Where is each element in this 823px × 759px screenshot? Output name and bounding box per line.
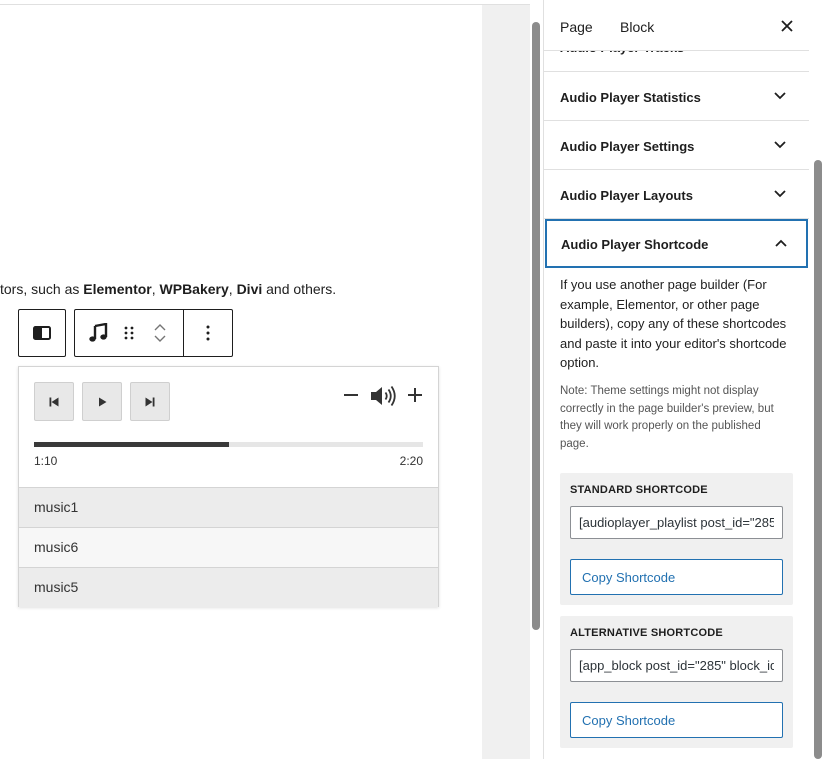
- divi-text: Divi: [236, 281, 263, 297]
- block-toolbar-main: [74, 309, 233, 357]
- sidebar-scrollbar[interactable]: [814, 160, 822, 759]
- tab-block[interactable]: Block: [620, 19, 654, 35]
- paragraph-suffix: and others.: [262, 281, 337, 297]
- shortcode-description: If you use another page builder (For exa…: [560, 277, 787, 370]
- settings-sidebar: Audio Player Tracks Page Block Audio Pla…: [543, 0, 823, 759]
- panel-layouts[interactable]: Audio Player Layouts: [544, 170, 809, 219]
- copy-alternative-shortcode-button[interactable]: Copy Shortcode: [570, 702, 783, 738]
- close-sidebar-button[interactable]: [778, 17, 796, 35]
- more-vertical-icon: [206, 325, 210, 341]
- block-type-button[interactable]: [75, 310, 121, 356]
- standard-shortcode-label: STANDARD SHORTCODE: [570, 484, 708, 496]
- track-item[interactable]: music5: [19, 567, 438, 607]
- track-item[interactable]: music6: [19, 527, 438, 567]
- chevron-down-icon: [774, 141, 786, 149]
- skip-previous-icon: [49, 397, 59, 406]
- panel-settings[interactable]: Audio Player Settings: [544, 121, 809, 170]
- volume-icon: [371, 385, 396, 407]
- paragraph-prefix: tors, such as: [0, 281, 84, 297]
- volume-down-button[interactable]: [343, 387, 359, 403]
- volume-button[interactable]: [369, 384, 397, 408]
- block-options-button[interactable]: [184, 310, 232, 356]
- standard-shortcode-input[interactable]: [570, 506, 783, 539]
- current-time: 1:10: [34, 454, 58, 468]
- layout-toggle-icon: [33, 326, 51, 340]
- progress-fill: [34, 442, 229, 447]
- wpbakery-text: WPBakery: [159, 281, 229, 297]
- total-time: 2:20: [399, 454, 423, 468]
- music-note-icon: [89, 323, 108, 342]
- skip-next-icon: [145, 397, 155, 406]
- drag-handle-button[interactable]: [121, 310, 137, 356]
- chevron-down-icon[interactable]: [154, 335, 166, 342]
- canvas-gutter: [482, 5, 530, 759]
- chevron-up-icon: [775, 239, 787, 247]
- next-button[interactable]: [130, 382, 170, 421]
- paragraph-sep2: ,: [228, 281, 237, 297]
- chevron-down-icon: [774, 190, 786, 198]
- block-toolbar-parent: [18, 309, 66, 357]
- audio-player-block: 1:10 2:20 music1 music6 music5: [18, 366, 439, 607]
- paragraph-text: tors, such as Elementor, WPBakery, Divi …: [0, 281, 336, 297]
- elementor-text: Elementor: [83, 281, 152, 297]
- sidebar-header: Page Block: [544, 0, 809, 51]
- volume-up-button[interactable]: [407, 387, 423, 403]
- play-icon: [98, 397, 106, 406]
- plus-icon: [408, 388, 422, 402]
- panel-statistics[interactable]: Audio Player Statistics: [544, 72, 809, 121]
- panel-title: Audio Player Statistics: [560, 90, 701, 105]
- chevron-down-icon: [774, 92, 786, 100]
- play-button[interactable]: [82, 382, 122, 421]
- drag-handle-icon: [124, 326, 134, 340]
- alternative-shortcode-input[interactable]: [570, 649, 783, 682]
- panel-title: Audio Player Shortcode: [561, 237, 709, 252]
- select-parent-button[interactable]: [33, 310, 51, 356]
- move-buttons: [137, 310, 183, 356]
- panel-shortcode[interactable]: Audio Player Shortcode: [545, 219, 808, 268]
- panel-title: Audio Player Layouts: [560, 188, 693, 203]
- paragraph-sep1: ,: [151, 281, 160, 297]
- canvas-scrollbar[interactable]: [532, 22, 540, 630]
- alternative-shortcode-box: ALTERNATIVE SHORTCODE Copy Shortcode: [560, 616, 793, 748]
- track-item[interactable]: music1: [19, 487, 438, 527]
- tab-page[interactable]: Page: [560, 19, 593, 35]
- close-icon: [781, 20, 793, 32]
- panel-title: Audio Player Settings: [560, 139, 695, 154]
- progress-bar[interactable]: [34, 442, 423, 447]
- minus-icon: [344, 394, 358, 396]
- previous-button[interactable]: [34, 382, 74, 421]
- shortcode-note: Note: Theme settings might not display c…: [560, 385, 774, 450]
- chevron-up-icon[interactable]: [154, 324, 166, 331]
- copy-standard-shortcode-button[interactable]: Copy Shortcode: [570, 559, 783, 595]
- alternative-shortcode-label: ALTERNATIVE SHORTCODE: [570, 627, 723, 639]
- standard-shortcode-box: STANDARD SHORTCODE Copy Shortcode: [560, 473, 793, 605]
